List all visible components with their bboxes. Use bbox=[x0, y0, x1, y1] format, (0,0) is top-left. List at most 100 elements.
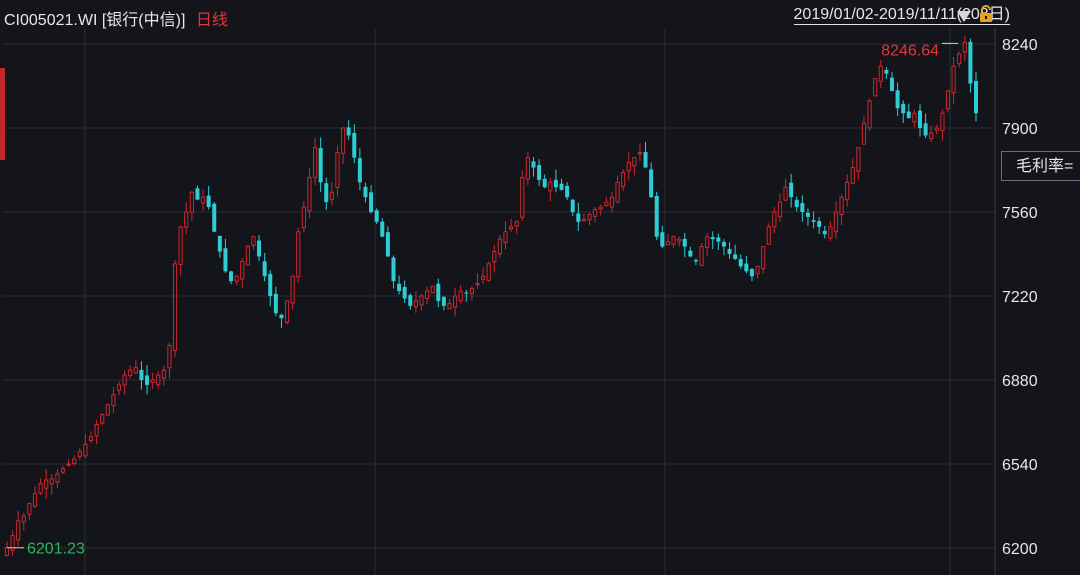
period-label[interactable]: 日线 bbox=[196, 12, 228, 29]
candle-body bbox=[957, 53, 962, 65]
candle bbox=[917, 104, 922, 137]
candle bbox=[593, 206, 598, 223]
candle-body bbox=[346, 127, 351, 136]
candle bbox=[346, 120, 351, 140]
y-tick-label: 6200 bbox=[1002, 541, 1038, 558]
candle bbox=[301, 201, 306, 233]
candle-body bbox=[688, 250, 693, 257]
candle-body bbox=[895, 90, 900, 109]
candle bbox=[637, 143, 643, 162]
candle-body bbox=[251, 236, 256, 246]
candle bbox=[402, 280, 407, 303]
candle-body bbox=[380, 221, 385, 237]
candle-body bbox=[492, 251, 497, 263]
candle-body bbox=[805, 212, 810, 217]
candle-body bbox=[705, 236, 710, 248]
candle-body bbox=[789, 182, 794, 198]
candle-body bbox=[357, 158, 362, 183]
candle-body bbox=[55, 473, 60, 483]
min-value-label: 6201.23 bbox=[27, 541, 85, 558]
security-code: CI005021.WI bbox=[4, 12, 98, 29]
candle-body bbox=[615, 181, 620, 203]
candle bbox=[761, 246, 766, 274]
candle-body bbox=[21, 515, 26, 523]
candle bbox=[509, 218, 514, 232]
candle bbox=[32, 486, 38, 508]
candle-body bbox=[385, 232, 390, 257]
candle bbox=[16, 511, 21, 547]
candle bbox=[480, 267, 486, 284]
candle-body bbox=[83, 443, 88, 457]
candle-body bbox=[223, 248, 228, 272]
candle-body bbox=[559, 183, 564, 190]
candle-body bbox=[878, 65, 883, 82]
candle-body bbox=[413, 300, 418, 308]
candle-body bbox=[212, 203, 217, 232]
candle bbox=[626, 151, 631, 181]
candle-body bbox=[565, 185, 570, 198]
candle bbox=[878, 59, 883, 89]
candle-body bbox=[150, 379, 155, 383]
candle-body bbox=[817, 220, 822, 227]
candle bbox=[257, 235, 262, 262]
candle-body bbox=[587, 213, 592, 221]
candle bbox=[424, 286, 430, 305]
candle bbox=[268, 270, 273, 307]
candle bbox=[296, 227, 301, 283]
candle-body bbox=[845, 181, 850, 201]
candle-body bbox=[861, 122, 867, 145]
candle bbox=[497, 235, 503, 258]
triangle-down-icon[interactable] bbox=[956, 8, 972, 24]
candle bbox=[385, 226, 390, 257]
y-tick-label: 7560 bbox=[1002, 205, 1038, 222]
candle-body bbox=[531, 161, 536, 168]
candle bbox=[772, 207, 777, 233]
candle bbox=[962, 36, 967, 61]
candle-body bbox=[363, 186, 368, 198]
candle bbox=[111, 387, 116, 413]
candle bbox=[811, 211, 816, 229]
candle-body bbox=[94, 423, 99, 437]
candle bbox=[817, 217, 822, 234]
candle bbox=[940, 109, 945, 141]
candle bbox=[794, 196, 799, 212]
candle bbox=[133, 359, 138, 375]
indicator-selector[interactable]: 毛利率= bbox=[1001, 151, 1080, 181]
candle-body bbox=[369, 192, 374, 212]
lock-icon[interactable] bbox=[978, 5, 994, 23]
candle bbox=[245, 244, 250, 266]
candle bbox=[822, 225, 827, 239]
candle-body bbox=[850, 167, 855, 184]
candle bbox=[906, 103, 911, 119]
candle-body bbox=[509, 226, 514, 230]
candle-body bbox=[794, 199, 799, 208]
candle-body bbox=[60, 468, 66, 473]
candle bbox=[693, 258, 698, 266]
candle bbox=[486, 261, 491, 282]
candle-body bbox=[167, 344, 172, 369]
candle bbox=[94, 420, 99, 445]
candle-body bbox=[452, 295, 458, 308]
candle-body bbox=[761, 246, 766, 269]
candle-body bbox=[49, 478, 54, 485]
candle-body bbox=[537, 165, 542, 180]
candle bbox=[172, 259, 178, 357]
candle-body bbox=[744, 263, 749, 272]
candle-body bbox=[16, 520, 21, 541]
candle-body bbox=[105, 404, 110, 416]
candle bbox=[777, 193, 783, 222]
candle bbox=[21, 512, 26, 531]
candle bbox=[492, 244, 497, 273]
candle bbox=[542, 174, 547, 189]
candle bbox=[565, 182, 570, 200]
candle-body bbox=[889, 77, 894, 91]
candle-body bbox=[340, 127, 346, 154]
candle-body bbox=[122, 374, 127, 386]
candle-body bbox=[822, 230, 827, 235]
candle-body bbox=[637, 152, 643, 155]
candlestick-chart[interactable]: 8240 7900 7560 7220 6880 6540 6200 8246.64 620… bbox=[0, 0, 1080, 575]
candle bbox=[974, 71, 978, 122]
candle-body bbox=[733, 254, 738, 259]
candle bbox=[503, 221, 508, 250]
candle bbox=[609, 191, 615, 213]
